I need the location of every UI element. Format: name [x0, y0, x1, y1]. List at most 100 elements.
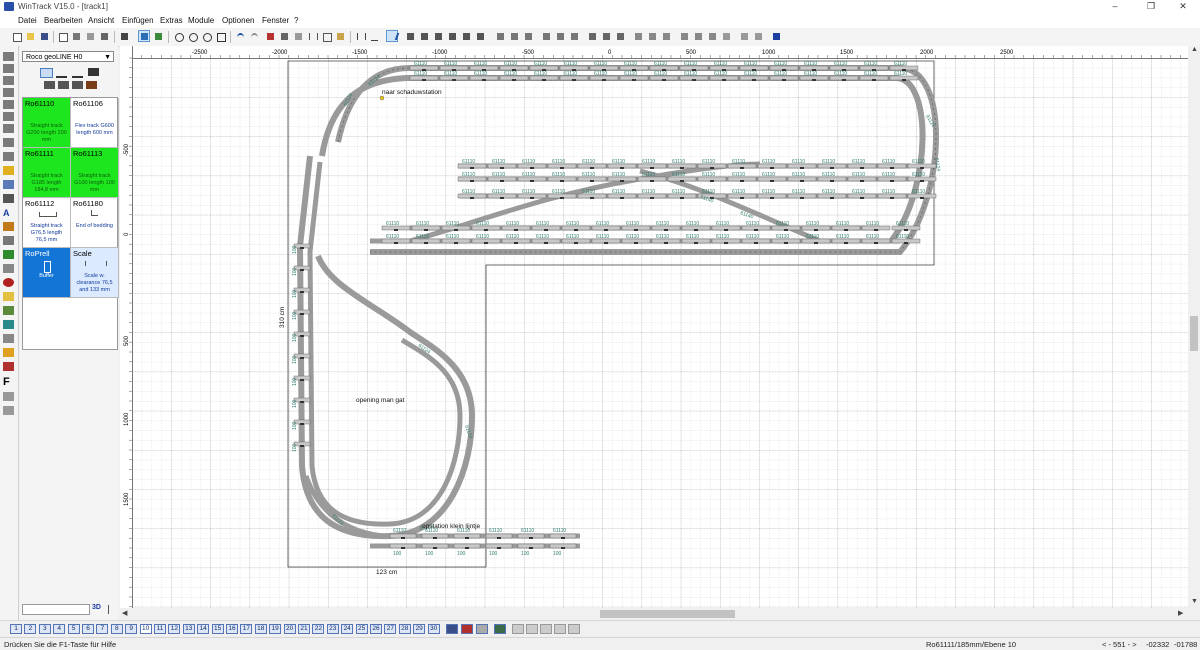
cut-icon[interactable] — [306, 30, 318, 42]
layer-tab-3[interactable]: 3 — [38, 624, 51, 634]
track-layout-drawing[interactable]: 61110 61110 61110 61110 61110 61110 61110 61110… — [120, 46, 1188, 608]
color-icon[interactable] — [3, 362, 14, 371]
straight-track-tool-icon[interactable] — [3, 52, 14, 61]
turnout-icon[interactable] — [354, 30, 366, 42]
filter-signal-icon[interactable] — [44, 81, 55, 89]
layer-tab-25[interactable]: 25 — [355, 624, 368, 634]
filter-crossing-icon[interactable] — [88, 68, 99, 76]
menu-einfuegen[interactable]: Einfügen — [122, 16, 154, 25]
save-icon[interactable] — [38, 30, 50, 42]
layer-tab-15[interactable]: 15 — [211, 624, 224, 634]
menu-optionen[interactable]: Optionen — [222, 16, 254, 25]
track-tool-20-icon[interactable] — [692, 30, 704, 42]
menu-datei[interactable]: Datei — [18, 16, 37, 25]
new-file-icon[interactable] — [10, 30, 22, 42]
menu-ansicht[interactable]: Ansicht — [88, 16, 114, 25]
menu-module[interactable]: Module — [188, 16, 214, 25]
layer-tab-14[interactable]: 14 — [197, 624, 210, 634]
draw-line-icon[interactable] — [386, 30, 400, 42]
layer-tab-8[interactable]: 8 — [110, 624, 123, 634]
layer-tab-2[interactable]: 2 — [24, 624, 37, 634]
page-setup-icon[interactable] — [84, 30, 96, 42]
library-icon[interactable] — [118, 30, 130, 42]
track-tool-6-icon[interactable] — [474, 30, 486, 42]
part-tile[interactable]: Scale Scale w. clearance 76,5 and 133 mm — [71, 248, 119, 298]
layer-tab-21[interactable]: 21 — [298, 624, 310, 634]
font-icon[interactable]: F — [3, 376, 14, 388]
part-tile[interactable]: Ro61112 Straight track G76,5 length 76,5… — [23, 198, 71, 248]
turnout-tool-icon[interactable] — [3, 88, 14, 97]
layer-tab-6[interactable]: 6 — [82, 624, 94, 634]
track-tool-8-icon[interactable] — [3, 138, 14, 147]
filter-turnout-icon[interactable] — [72, 68, 83, 78]
zoom-window-icon[interactable] — [200, 30, 212, 42]
track-tool-8-icon[interactable] — [508, 30, 520, 42]
layer-tab-16[interactable]: 16 — [226, 624, 238, 634]
layer-nav-next-icon[interactable] — [540, 624, 552, 634]
open-folder-icon[interactable] — [24, 30, 36, 42]
paste-icon[interactable] — [334, 30, 346, 42]
zoom-fit-icon[interactable] — [214, 30, 226, 42]
track-tool-1-icon[interactable] — [404, 30, 416, 42]
layer-tab-30[interactable]: 30 — [427, 624, 440, 634]
filter-accessory-icon[interactable] — [72, 81, 83, 89]
terrain-icon[interactable] — [3, 320, 14, 329]
flex-track-tool-icon[interactable] — [3, 64, 14, 73]
layer-tab-11[interactable]: 11 — [154, 624, 166, 634]
vertical-scrollbar[interactable]: ▲ ▼ — [1188, 46, 1200, 620]
part-tile[interactable]: Ro61113 Straight track G100 length 100 m… — [71, 148, 119, 198]
track-tool-7-icon[interactable] — [3, 124, 14, 133]
road-icon[interactable] — [3, 180, 14, 189]
layer-tab-20[interactable]: 20 — [283, 624, 296, 634]
undo-icon[interactable] — [234, 30, 246, 42]
layer-tab-29[interactable]: 29 — [413, 624, 426, 634]
part-tile[interactable]: Ro61111 Straight track G185 length 184,8… — [23, 148, 71, 198]
track-tool-18-icon[interactable] — [660, 30, 672, 42]
scroll-down-icon[interactable]: ▼ — [1191, 598, 1198, 605]
landscape-tool-icon[interactable] — [3, 250, 14, 259]
track-tool-16-icon[interactable] — [632, 30, 644, 42]
catalog-options-icon[interactable] — [108, 605, 117, 614]
track-tool-19-icon[interactable] — [678, 30, 690, 42]
filter-straight-icon[interactable] — [40, 68, 53, 78]
track-tool-13-icon[interactable] — [586, 30, 598, 42]
horizontal-scrollbar[interactable]: ◀ ▶ — [120, 608, 1188, 620]
layer-tab-10[interactable]: 10 — [139, 624, 152, 634]
print-preview-icon[interactable] — [56, 30, 68, 42]
track-tool-10-icon[interactable] — [540, 30, 552, 42]
menu-bearbeiten[interactable]: Bearbeiten — [44, 16, 83, 25]
scroll-up-icon[interactable]: ▲ — [1191, 46, 1198, 53]
track-tool-6-icon[interactable] — [3, 112, 14, 121]
track-copy-icon[interactable] — [278, 30, 290, 42]
lamp-icon[interactable] — [3, 292, 14, 301]
track-tool-14-icon[interactable] — [600, 30, 612, 42]
text-tool-icon[interactable]: A — [3, 208, 14, 218]
track-tool-9-icon[interactable] — [522, 30, 534, 42]
layer-tab-12[interactable]: 12 — [168, 624, 181, 634]
menu-extras[interactable]: Extras — [160, 16, 183, 25]
layer-tab-13[interactable]: 13 — [182, 624, 195, 634]
object-icon[interactable] — [3, 348, 14, 357]
track-tool-3-icon[interactable] — [432, 30, 444, 42]
track-gray-icon[interactable] — [292, 30, 304, 42]
menu-fenster[interactable]: Fenster — [262, 16, 289, 25]
layer-tab-9[interactable]: 9 — [125, 624, 138, 634]
track-tool-2-icon[interactable] — [418, 30, 430, 42]
catenary-icon[interactable] — [3, 264, 14, 273]
help-context-icon[interactable] — [770, 30, 782, 42]
layer-tab-27[interactable]: 27 — [384, 624, 397, 634]
export-icon[interactable] — [98, 30, 110, 42]
slope-icon[interactable] — [3, 306, 14, 315]
layer-tab-5[interactable]: 5 — [67, 624, 80, 634]
scroll-right-icon[interactable]: ▶ — [1178, 609, 1183, 617]
signal-icon[interactable] — [3, 236, 14, 245]
part-tile[interactable]: Ro61180 End of bedding — [71, 198, 119, 248]
list-icon[interactable] — [3, 392, 14, 401]
library-select[interactable]: Roco geoLINE H0 ▼ — [22, 51, 114, 62]
layer-nav-last-icon[interactable] — [554, 624, 566, 634]
part-tile[interactable]: RoPrell Buffer — [23, 248, 71, 298]
print-icon[interactable] — [70, 30, 82, 42]
layer-stack-icon[interactable] — [446, 624, 458, 634]
building-icon[interactable] — [3, 166, 14, 175]
crossing-tool-icon[interactable] — [3, 100, 14, 109]
